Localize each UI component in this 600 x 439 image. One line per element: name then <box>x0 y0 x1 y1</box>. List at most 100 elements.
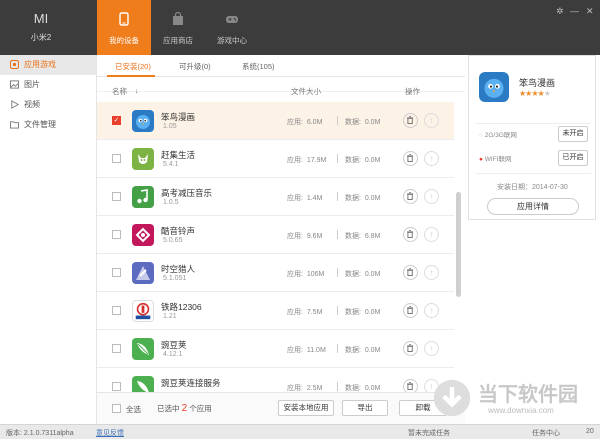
sidebar-item-apps[interactable]: 应用游戏 <box>0 55 96 75</box>
install-date: 安装日期：2014-07-30 <box>497 184 568 191</box>
toggle-2g3g-button[interactable]: 未开启 <box>558 126 588 142</box>
table-row[interactable]: 时空猎人 5.1.051 应用: 106M 数据: 0.0M ↑ <box>97 254 454 292</box>
upgrade-icon[interactable]: ↑ <box>424 303 439 318</box>
app-size-value: 17.9M <box>306 157 327 164</box>
uninstall-icon[interactable] <box>403 227 418 242</box>
row-checkbox[interactable] <box>112 382 121 391</box>
uninstall-icon[interactable] <box>403 379 418 392</box>
upgrade-icon[interactable]: ↑ <box>424 189 439 204</box>
tab-game-center[interactable]: 游戏中心 <box>205 0 259 55</box>
sidebar-item-images[interactable]: 图片 <box>0 75 96 95</box>
select-all-label: 全选 <box>126 405 141 414</box>
table-row[interactable]: 高考减压音乐 1.0.5 应用: 1.4M 数据: 0.0M ↑ <box>97 178 454 216</box>
tab-app-store[interactable]: 应用商店 <box>151 0 205 55</box>
app-name: 笨鸟漫画 <box>161 112 196 122</box>
watermark-title: 当下软件园 <box>478 384 578 406</box>
row-checkbox[interactable] <box>112 154 121 163</box>
uninstall-icon[interactable] <box>403 189 418 204</box>
net-2g3g-text: 2G/3G联网 <box>484 132 517 139</box>
column-headers: 名称 ↓ 文件大小 操作 <box>97 77 465 96</box>
video-icon <box>11 100 19 109</box>
table-row[interactable]: ✓ 笨鸟漫画 1.05 应用: 6.0M 数据: 0.0M ↑ <box>97 102 454 140</box>
install-local-button[interactable]: 安装本地应用 <box>278 400 334 416</box>
tab-system[interactable]: 系统(105) <box>242 61 275 72</box>
divider <box>337 116 338 125</box>
data-size: 数据: 0.0M <box>345 117 380 127</box>
app-detail-panel: 笨鸟漫画 ★★★★★ ○ 2G/3G联网 未开启 ● WIFI联网 已开启 安装… <box>468 55 596 220</box>
app-version: 5.0.65 <box>163 237 183 244</box>
device-info[interactable]: MI 小米2 <box>14 0 68 55</box>
select-all-checkbox[interactable] <box>112 404 121 413</box>
uninstall-icon[interactable] <box>403 341 418 356</box>
app-name: 豌豆荚连接服务 <box>161 378 221 388</box>
settings-icon[interactable]: ✲ <box>556 6 564 17</box>
app-size-value: 106M <box>306 271 325 278</box>
app-name: 铁路12306 <box>161 302 202 312</box>
row-checkbox[interactable] <box>112 344 121 353</box>
uninstall-icon[interactable] <box>403 151 418 166</box>
row-checkbox[interactable] <box>112 268 121 277</box>
sidebar: 应用游戏 图片 视频 文件管理 <box>0 55 97 424</box>
table-row[interactable]: 豌豆荚连接服务 应用: 2.5M 数据: 0.0M ↑ <box>97 368 454 392</box>
minimize-button[interactable]: — <box>570 6 579 16</box>
data-size-value: 0.0M <box>364 195 381 202</box>
upgrade-icon[interactable]: ↑ <box>424 341 439 356</box>
folder-icon <box>10 121 19 129</box>
row-checkbox[interactable] <box>112 192 121 201</box>
app-wandoujia-icon <box>132 338 154 360</box>
task-center-link[interactable]: 任务中心 <box>532 428 560 438</box>
app-size: 应用: 7.5M <box>287 307 322 317</box>
data-size: 数据: 0.0M <box>345 155 380 165</box>
upgrade-icon[interactable]: ↑ <box>424 151 439 166</box>
app-details-button[interactable]: 应用详情 <box>487 198 579 215</box>
sidebar-item-files[interactable]: 文件管理 <box>0 115 96 135</box>
table-row[interactable]: 铁路12306 1.21 应用: 7.5M 数据: 0.0M ↑ <box>97 292 454 330</box>
app-bird-comic-icon <box>132 110 154 132</box>
app-version: 1.21 <box>163 313 177 320</box>
app-size-value: 7.5M <box>306 309 323 316</box>
uninstall-icon[interactable] <box>403 113 418 128</box>
title-bar: MI 小米2 我的设备 应用商店 游戏中心 ✲ — ✕ <box>0 0 600 55</box>
app-size: 应用: 11.0M <box>287 345 326 355</box>
column-name[interactable]: 名称 <box>112 86 127 97</box>
uninstall-icon[interactable] <box>403 265 418 280</box>
divider <box>337 154 338 163</box>
app-ringtone-icon <box>132 224 154 246</box>
data-size-value: 0.0M <box>364 309 381 316</box>
table-row[interactable]: 赶集生活 5.4.1 应用: 17.9M 数据: 0.0M ↑ <box>97 140 454 178</box>
sidebar-item-label: 应用游戏 <box>24 60 56 69</box>
table-row[interactable]: 酷音铃声 5.0.65 应用: 9.6M 数据: 6.8M ↑ <box>97 216 454 254</box>
sort-icon[interactable]: ↓ <box>135 86 139 95</box>
tab-my-device[interactable]: 我的设备 <box>97 0 151 55</box>
tab-installed[interactable]: 已安装(20) <box>115 61 151 72</box>
upgrade-icon[interactable]: ↑ <box>424 227 439 242</box>
toggle-wifi-button[interactable]: 已开启 <box>558 150 588 166</box>
app-icon <box>10 60 19 69</box>
row-checkbox[interactable] <box>112 230 121 239</box>
row-checkbox[interactable] <box>112 306 121 315</box>
net-2g3g-label: ○ 2G/3G联网 <box>479 132 517 139</box>
close-button[interactable]: ✕ <box>586 6 594 17</box>
status-bar: 版本: 2.1.0.7311alpha 意见反馈 暂未完成任务 任务中心 20 <box>0 424 600 439</box>
app-size: 应用: 9.6M <box>287 231 322 241</box>
bag-icon <box>173 11 183 25</box>
upgrade-icon[interactable]: ↑ <box>424 265 439 280</box>
app-name: 赶集生活 <box>161 150 196 160</box>
row-checkbox[interactable]: ✓ <box>112 116 121 125</box>
app-size-value: 9.6M <box>306 233 323 240</box>
data-size-label: 数据: <box>345 157 361 164</box>
uninstall-icon[interactable] <box>403 303 418 318</box>
data-size-value: 0.0M <box>364 385 381 392</box>
data-size-label: 数据: <box>345 385 361 392</box>
tab-upgradable[interactable]: 可升级(0) <box>179 61 211 72</box>
sidebar-item-videos[interactable]: 视频 <box>0 95 96 115</box>
data-size-value: 0.0M <box>364 271 381 278</box>
data-size-label: 数据: <box>345 119 361 126</box>
app-name: 酷音铃声 <box>161 226 196 236</box>
export-button[interactable]: 导出 <box>342 400 388 416</box>
upgrade-icon[interactable]: ↑ <box>424 113 439 128</box>
detail-app-icon <box>479 72 509 102</box>
scrollbar[interactable] <box>456 192 461 297</box>
table-row[interactable]: 豌豆荚 4.12.1 应用: 11.0M 数据: 0.0M ↑ <box>97 330 454 368</box>
feedback-link[interactable]: 意见反馈 <box>96 428 124 438</box>
